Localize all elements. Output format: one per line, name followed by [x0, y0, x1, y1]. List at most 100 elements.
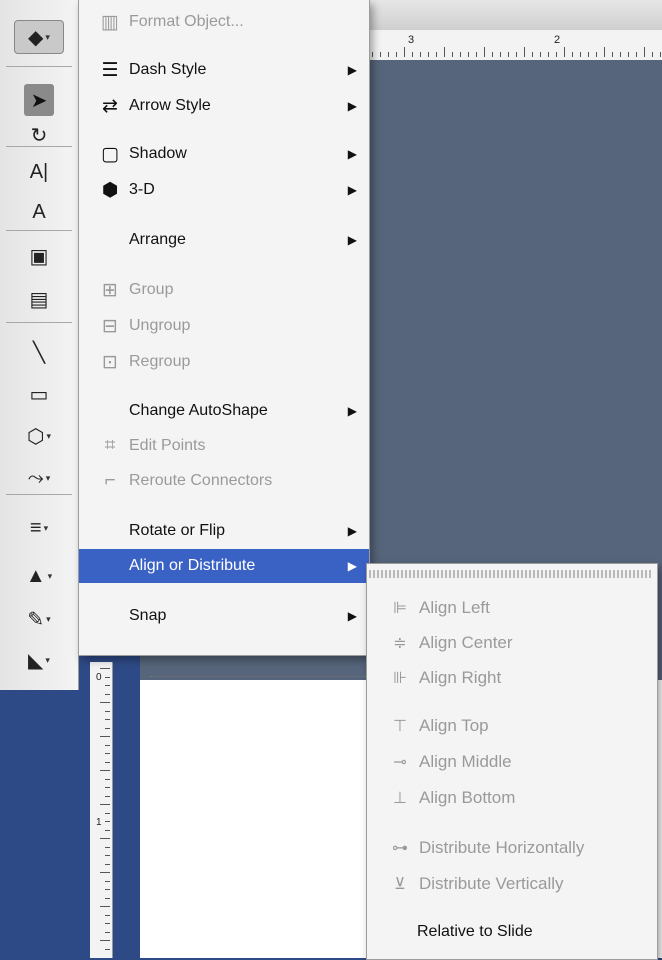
text-box-icon: A| — [29, 160, 49, 183]
menu-item-arrow-style[interactable]: ⇄ Arrow Style ▶ — [79, 89, 369, 123]
fill-color-button[interactable]: ▲ ▾ — [18, 560, 60, 592]
menu-item-dash-style[interactable]: ☰ Dash Style ▶ — [79, 53, 369, 87]
ruler-tick — [588, 52, 589, 57]
connector-button[interactable]: ⤳ ▾ — [18, 462, 60, 494]
ruler-tick — [420, 52, 421, 57]
ruler-tick — [612, 52, 613, 57]
chevron-down-icon[interactable]: ▾ — [44, 523, 49, 534]
align-distribute-submenu: ⊫ Align Left ≑ Align Center ⊪ Align Right ⊤ Ali… — [366, 563, 658, 960]
ruler-tick — [105, 719, 110, 720]
line-color-button[interactable]: ✎ ▾ — [18, 603, 60, 635]
chevron-down-icon[interactable]: ▾ — [45, 32, 50, 43]
ruler-tick — [105, 931, 110, 933]
ruler-tick — [105, 753, 110, 754]
toolbar-divider — [6, 322, 72, 323]
distribute-vertically-icon: ⊻ — [394, 876, 406, 893]
ruler-tick — [572, 52, 573, 57]
wordart-icon: A — [32, 200, 46, 223]
ruler-tick — [500, 52, 501, 57]
ruler-tick — [105, 676, 110, 678]
menu-item-3-d[interactable]: ⬢ 3-D ▶ — [79, 173, 369, 207]
line-button[interactable]: ╲ — [18, 336, 60, 368]
chevron-down-icon[interactable]: ▾ — [48, 571, 53, 582]
menu-item-label: Reroute Connectors — [129, 472, 273, 489]
ruler-tick — [644, 47, 645, 57]
connector-icon: ⤳ — [27, 466, 44, 489]
rectangle-button[interactable]: ▭ — [18, 378, 60, 410]
ruler-tick — [484, 47, 485, 57]
line-icon: ╲ — [32, 341, 46, 364]
menu-item-group: ⊞ Group — [79, 273, 369, 307]
line-style-button[interactable]: ≡ ▾ — [18, 512, 60, 544]
ruler-tick — [476, 52, 477, 57]
ruler-tick — [105, 829, 110, 831]
menu-item-arrange[interactable]: Arrange ▶ — [79, 223, 369, 257]
menu-item-rotate-or-flip[interactable]: Rotate or Flip ▶ — [79, 514, 369, 548]
ruler-tick — [100, 838, 110, 839]
menu-item-align-or-distribute[interactable]: Align or Distribute ▶ — [79, 549, 369, 583]
menu-item-label: Regroup — [129, 353, 191, 370]
ruler-tick — [105, 897, 110, 899]
ruler-tick — [105, 744, 110, 746]
ruler-tick — [532, 52, 533, 57]
ruler-tick — [105, 727, 110, 729]
chevron-down-icon[interactable]: ▾ — [45, 655, 50, 666]
ruler-tick — [604, 47, 605, 57]
ungroup-icon: ⊟ — [102, 315, 118, 337]
submenu-arrow-icon: ▶ — [347, 63, 357, 77]
ruler-tick — [100, 906, 110, 907]
menu-item-change-autoshape[interactable]: Change AutoShape ▶ — [79, 394, 369, 428]
horizontal-ruler: 32 — [360, 30, 662, 61]
ruler-tick — [524, 47, 525, 57]
submenu-item-distribute-horizontally: ⊶ Distribute Horizontally — [367, 831, 657, 865]
menu-item-label: Dash Style — [129, 61, 207, 78]
chevron-down-icon[interactable]: ▾ — [46, 431, 51, 442]
paint-bucket-icon: ◣ — [28, 649, 44, 672]
toolbar-divider — [6, 66, 72, 67]
select-arrow-button[interactable]: ➤ — [24, 84, 54, 116]
ruler-tick — [492, 52, 493, 57]
menu-item-shadow[interactable]: ▢ Shadow ▶ — [79, 137, 369, 171]
ruler-tick — [105, 846, 110, 848]
ruler-tick — [105, 778, 110, 780]
submenu-item-label: Align Center — [419, 633, 513, 652]
format-object-icon: ▥ — [101, 11, 119, 33]
rotate-icon: ↻ — [30, 124, 48, 147]
menu-item-label: Snap — [129, 607, 167, 624]
select-arrow-icon: ➤ — [30, 89, 48, 112]
submenu-arrow-icon: ▶ — [347, 559, 357, 573]
menu-item-label: Change AutoShape — [129, 402, 268, 419]
ruler-tick — [105, 923, 110, 924]
submenu-arrow-icon: ▶ — [347, 233, 357, 247]
ruler-tick — [105, 914, 110, 916]
dash-style-icon: ☰ — [101, 59, 119, 81]
rectangle-icon: ▭ — [29, 383, 49, 406]
menu-item-snap[interactable]: Snap ▶ — [79, 599, 369, 633]
distribute-horizontally-icon: ⊶ — [392, 840, 408, 857]
object-context-menu: ▥ Format Object... ☰ Dash Style ▶ ⇄ Arrow Styl… — [78, 0, 370, 656]
submenu-item-distribute-vertically: ⊻ Distribute Vertically — [367, 867, 657, 901]
ruler-tick — [105, 761, 110, 763]
line-style-icon: ≡ — [29, 516, 42, 539]
ruler-tick — [105, 693, 110, 695]
clipart-button[interactable]: ▣ — [18, 240, 60, 272]
tear-off-grip[interactable] — [369, 570, 653, 578]
picture-icon: ▤ — [29, 288, 49, 311]
submenu-item-relative-to-slide[interactable]: Relative to Slide — [367, 915, 657, 949]
ruler-number: 3 — [408, 34, 415, 46]
chevron-down-icon[interactable]: ▾ — [46, 614, 51, 625]
shapes-button[interactable]: ⬡ ▾ — [18, 420, 60, 452]
submenu-item-align-right: ⊪ Align Right — [367, 661, 657, 695]
ruler-tick — [556, 52, 557, 57]
ruler-tick — [105, 812, 110, 814]
autoshape-menu-button[interactable]: ◆ ▾ — [14, 20, 64, 54]
ruler-tick — [460, 52, 461, 57]
picture-button[interactable]: ▤ — [18, 283, 60, 315]
fill-color-icon: ▲ — [25, 564, 46, 587]
text-box-button[interactable]: A| — [18, 156, 60, 188]
paint-bucket-button[interactable]: ◣ ▾ — [18, 644, 60, 676]
chevron-down-icon[interactable]: ▾ — [46, 473, 51, 484]
submenu-item-align-top: ⊤ Align Top — [367, 709, 657, 743]
wordart-button[interactable]: A — [18, 196, 60, 228]
ruler-tick — [636, 52, 637, 57]
